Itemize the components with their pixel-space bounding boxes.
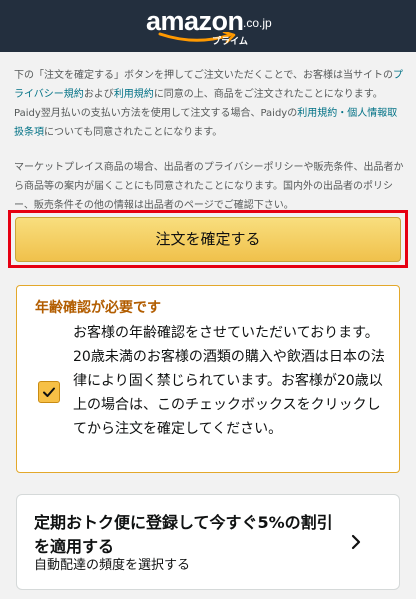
- subscribe-save-card[interactable]: 定期おトク便に登録して今すぐ5%の割引を適用する 自動配達の頻度を選択する: [16, 494, 400, 590]
- amazon-logo[interactable]: amazon .co.jp プライム: [146, 6, 286, 50]
- chevron-right-icon: [351, 534, 361, 550]
- logo-domain: .co.jp: [243, 16, 272, 30]
- terms-of-use-link[interactable]: 利用規約: [114, 89, 154, 100]
- checkmark-icon: [43, 387, 55, 397]
- age-verification-text: お客様の年齢確認をさせていただいております。20歳未満のお客様の酒類の購入や飲酒…: [73, 325, 385, 437]
- subscribe-save-title: 定期おトク便に登録して今すぐ5%の割引を適用する: [34, 513, 333, 556]
- place-order-button[interactable]: 注文を確定する: [15, 217, 401, 262]
- header-bar: amazon .co.jp プライム: [0, 0, 416, 52]
- logo-prime-label: プライム: [212, 37, 248, 47]
- age-verification-title: 年齢確認が必要です: [35, 300, 161, 316]
- age-verification-checkbox[interactable]: [38, 381, 60, 403]
- legal-notice: 下の「注文を確定する」ボタンを押してご注文いただくことで、お客様は当サイトのプラ…: [14, 66, 404, 215]
- legal-paragraph-marketplace: マーケットプレイス商品の場合、出品者のプライバシーポリシーや販売条件、出品者から…: [14, 162, 404, 211]
- age-verification-box: 年齢確認が必要です お客様の年齢確認をさせていただいております。20歳未満のお客…: [16, 285, 400, 473]
- legal-paragraph-terms: 下の「注文を確定する」ボタンを押してご注文いただくことで、お客様は当サイトのプラ…: [14, 70, 403, 138]
- delivery-frequency-label: 自動配達の頻度を選択する: [34, 558, 191, 573]
